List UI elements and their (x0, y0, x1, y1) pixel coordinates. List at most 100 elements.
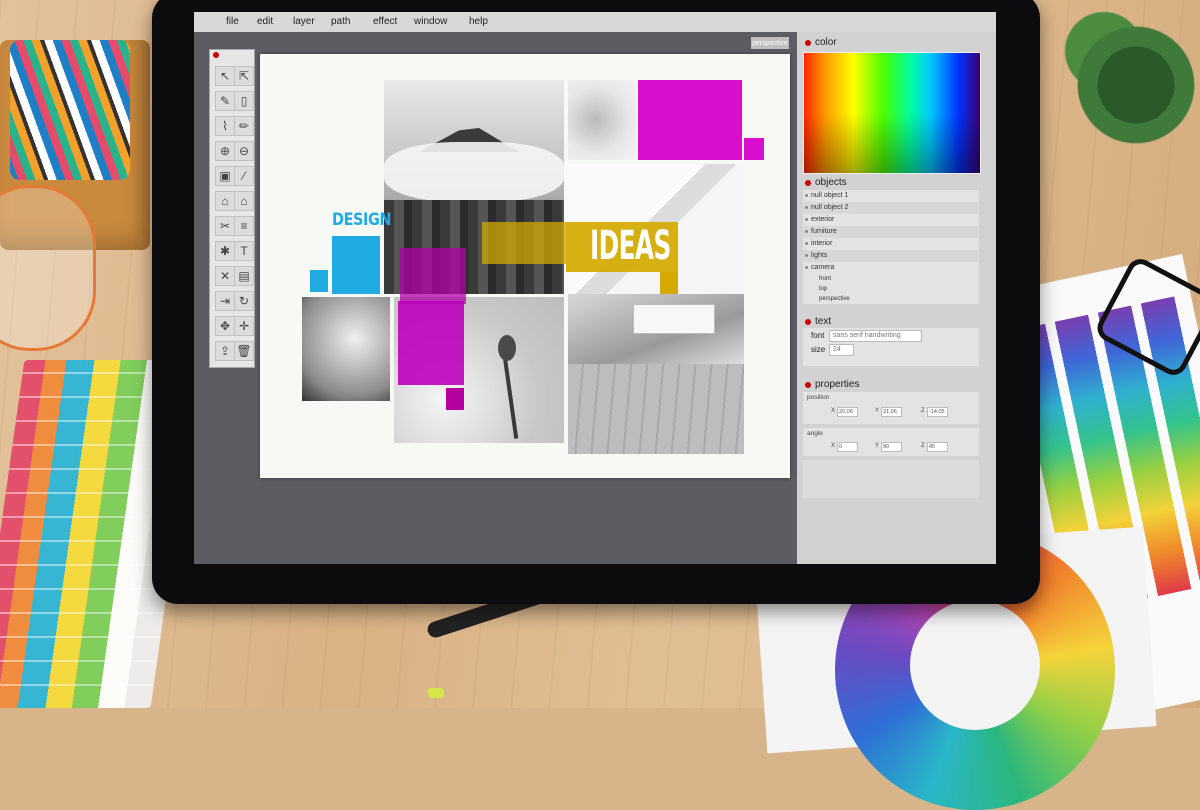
fog-shape (384, 142, 564, 202)
rotate-icon[interactable]: ↻ (234, 291, 254, 311)
color-title: color (815, 37, 837, 48)
objects-title: objects (815, 177, 847, 188)
position-x-label: X (831, 408, 836, 414)
import-icon[interactable]: ⇥ (215, 291, 235, 311)
menu-help[interactable]: help (469, 12, 488, 27)
move-icon[interactable]: ✥ (215, 316, 235, 336)
properties-panel: color objects null object 1 null object … (797, 32, 996, 564)
angle-x-field[interactable]: 0 (837, 442, 858, 452)
photo-twigs[interactable] (302, 297, 390, 401)
angle-y-label: Y (875, 443, 880, 449)
pencil-icon[interactable]: ✏ (234, 116, 254, 136)
house-icon[interactable]: ⌂ (234, 191, 254, 211)
red-dot-icon (805, 318, 811, 325)
camera-child-item[interactable]: perspective (803, 294, 979, 304)
magenta-square-small[interactable] (744, 138, 764, 160)
color-wheel-center (910, 600, 1040, 730)
zoom-out-icon[interactable]: ⊖ (234, 141, 254, 161)
list-item[interactable]: camera (803, 262, 979, 274)
potted-plant (1040, 0, 1200, 170)
transform-icon[interactable]: ✛ (234, 316, 254, 336)
properties-title: properties (815, 379, 860, 390)
position-x-field[interactable]: 20,06 (837, 407, 858, 417)
list-item[interactable]: null object 1 (803, 190, 979, 202)
menu-path[interactable]: path (331, 12, 350, 27)
stylus-tip (428, 688, 444, 698)
position-y-label: Y (875, 408, 880, 414)
gear-icon[interactable]: ✱ (215, 241, 235, 261)
artboard[interactable]: DESIGN IDEAS (260, 54, 790, 478)
camera-child-item[interactable]: front (803, 274, 979, 284)
properties-section-header[interactable]: properties (805, 379, 859, 390)
database-icon[interactable]: ≡ (234, 216, 254, 236)
direct-select-icon[interactable]: ⇱ (234, 66, 254, 86)
objects-list: null object 1 null object 2 exterior fur… (803, 190, 979, 304)
angle-label: angle (807, 430, 823, 437)
photo-branches[interactable] (568, 80, 636, 160)
magenta-block[interactable] (638, 80, 742, 160)
color-section-header[interactable]: color (805, 37, 837, 48)
design-text[interactable]: DESIGN (332, 210, 391, 230)
home-icon[interactable]: ⌂ (215, 191, 235, 211)
red-dot-icon (805, 381, 811, 388)
select-arrow-icon[interactable]: ↖ (215, 66, 235, 86)
magic-wand-icon[interactable]: ⁄ (234, 166, 254, 186)
save-icon[interactable]: ▤ (234, 266, 254, 286)
position-z-label: Z (921, 408, 925, 414)
list-item[interactable]: interior (803, 238, 979, 250)
markers (10, 40, 130, 180)
list-item[interactable]: exterior (803, 214, 979, 226)
menu-edit[interactable]: edit (257, 12, 273, 27)
angle-x-label: X (831, 443, 836, 449)
menu-bar: file edit layer path effect window help (194, 12, 996, 32)
size-field[interactable]: 24 (829, 344, 854, 356)
export-icon[interactable]: ⇪ (215, 341, 235, 361)
angle-y-field[interactable]: 90 (881, 442, 902, 452)
red-dot-icon (805, 179, 811, 186)
flower-bud (498, 335, 516, 361)
text-icon[interactable]: T (234, 241, 254, 261)
font-label: font (811, 331, 825, 340)
color-spectrum-picker[interactable] (803, 52, 981, 174)
magenta-block-lower[interactable] (398, 301, 464, 385)
magenta-square-lower[interactable] (446, 388, 464, 410)
yellow-overlay[interactable] (482, 222, 566, 264)
red-dot-icon (805, 39, 811, 46)
yellow-square-small[interactable] (660, 272, 678, 294)
bed-shape (633, 304, 715, 334)
position-z-field[interactable]: -14,05 (927, 407, 948, 417)
objects-section-header[interactable]: objects (805, 177, 847, 188)
camera-child-item[interactable]: top (803, 284, 979, 294)
menu-layer[interactable]: layer (293, 12, 315, 27)
photo-attic-bedroom[interactable] (568, 164, 744, 454)
position-label: position (807, 394, 830, 401)
trash-icon[interactable]: 🗑 (234, 341, 254, 361)
menu-effect[interactable]: effect (373, 12, 397, 27)
zoom-in-icon[interactable]: ⊕ (215, 141, 235, 161)
lock-icon[interactable]: ▣ (215, 166, 235, 186)
cyan-block[interactable] (332, 236, 380, 294)
text-section-header[interactable]: text (805, 316, 831, 327)
scissors-icon[interactable]: ✂ (215, 216, 235, 236)
list-item[interactable]: null object 2 (803, 202, 979, 214)
page-icon[interactable]: ▯ (234, 91, 254, 111)
menu-file[interactable]: file (226, 12, 239, 27)
size-label: size (811, 345, 826, 354)
cyan-square-small[interactable] (310, 270, 328, 292)
glass-jar (0, 185, 96, 351)
eyedropper-icon[interactable]: ⌇ (215, 116, 235, 136)
ideas-text[interactable]: IDEAS (590, 222, 671, 270)
list-item[interactable]: lights (803, 250, 979, 262)
toolbox-close-dot[interactable] (213, 52, 219, 58)
magenta-overlay[interactable] (400, 248, 466, 304)
crop-icon[interactable]: ✕ (215, 266, 235, 286)
floor-shape (568, 364, 744, 454)
angle-z-field[interactable]: 45 (927, 442, 948, 452)
brush-icon[interactable]: ✎ (215, 91, 235, 111)
font-field[interactable]: sans serif handwriting (829, 330, 922, 342)
empty-panel-area (803, 460, 979, 498)
list-item[interactable]: furniture (803, 226, 979, 238)
position-y-field[interactable]: 31,06 (881, 407, 902, 417)
perspective-button[interactable]: perspective (751, 37, 789, 49)
menu-window[interactable]: window (414, 12, 447, 27)
